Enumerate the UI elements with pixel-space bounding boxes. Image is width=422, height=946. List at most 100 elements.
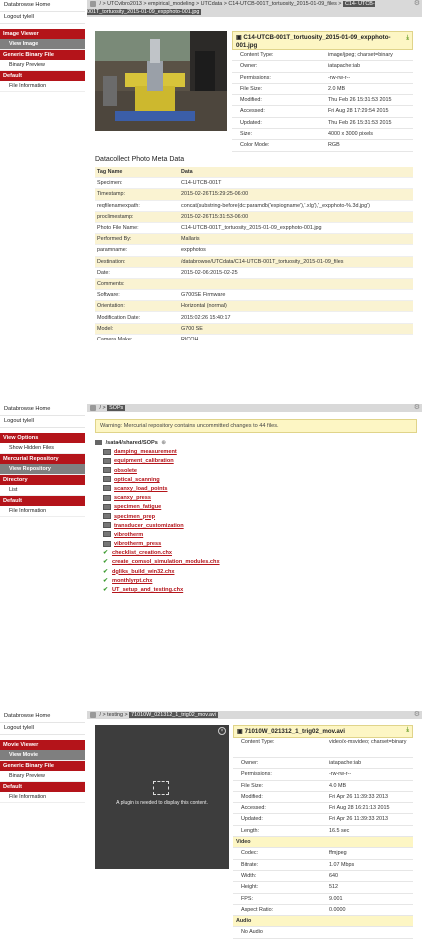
folder-link[interactable]: vibrotherm bbox=[114, 532, 143, 538]
info-row: Accessed: Fri Aug 28 16:21:13 2015 bbox=[233, 803, 413, 815]
info-row: Height: 512 bbox=[233, 882, 413, 894]
sidebar-item-view-image[interactable]: View Image bbox=[0, 39, 85, 50]
folder-item[interactable]: specimen_prep bbox=[103, 513, 415, 522]
info-key: Color Mode: bbox=[240, 142, 270, 149]
file-list: ✔ checklist_creation.chx ✔ create_comsol_si… bbox=[95, 549, 415, 595]
table-row: Comments: bbox=[95, 278, 413, 291]
sidebar-item-view-movie[interactable]: View Movie bbox=[0, 750, 85, 761]
folder-link[interactable]: scanxy_press bbox=[114, 495, 151, 501]
data-cell: 2015:02:26 15:40:17 bbox=[179, 311, 413, 324]
folder-item[interactable]: obsolete bbox=[103, 467, 415, 476]
folder-link[interactable]: specimen_fatigue bbox=[114, 504, 161, 510]
gear-icon[interactable]: ⚙ bbox=[414, 404, 420, 412]
data-cell: C14-UTCB-001T_tortuosity_2015-01-09_expp… bbox=[179, 222, 413, 235]
gear-icon[interactable]: ⚙ bbox=[414, 711, 420, 719]
folder-icon bbox=[103, 494, 111, 501]
info-icon[interactable]: ⊕ bbox=[161, 440, 166, 446]
checkmark-icon: ✔ bbox=[103, 568, 109, 575]
folder-item[interactable]: transducer_customization bbox=[103, 522, 415, 531]
sidebar-item-view-repository[interactable]: View Repository bbox=[0, 464, 85, 475]
folder-link[interactable]: obsolete bbox=[114, 468, 137, 474]
info-row: Length: 16.5 sec bbox=[233, 826, 413, 838]
info-value: Thu Feb 26 15:31:53 2015 bbox=[328, 97, 392, 104]
folder-item[interactable]: vibrotherm_press bbox=[103, 540, 415, 549]
file-link[interactable]: monthlyrpt.chx bbox=[112, 578, 152, 584]
sidebar-item-file-information[interactable]: File Information bbox=[0, 792, 85, 803]
home-icon[interactable] bbox=[90, 405, 96, 411]
table-row: Model: G700 SE bbox=[95, 323, 413, 335]
folder-link[interactable]: vibrotherm_press bbox=[114, 541, 161, 547]
folder-item[interactable]: vibrotherm bbox=[103, 531, 415, 540]
data-cell: concat(substring-before(dc:paramdb('expi… bbox=[179, 200, 413, 212]
info-value: 0.0000 bbox=[329, 906, 346, 913]
info-row: Codec: ffmjpeg bbox=[233, 848, 413, 860]
file-link[interactable]: create_comsol_simulation_modules.chx bbox=[112, 559, 220, 565]
folder-open-icon bbox=[95, 440, 102, 446]
folder-item[interactable]: optical_scanning bbox=[103, 476, 415, 485]
folder-item[interactable]: damping_measurement bbox=[103, 448, 415, 457]
sidebar-section-default: Default bbox=[0, 71, 85, 81]
sidebar-item-binary-preview[interactable]: Binary Preview bbox=[0, 60, 85, 71]
sidebar-item-list[interactable]: List bbox=[0, 485, 85, 496]
download-icon[interactable]: ⤓ bbox=[406, 727, 409, 734]
checkmark-icon: ✔ bbox=[103, 577, 109, 584]
sidebar-item-file-information[interactable]: File Information bbox=[0, 81, 85, 92]
folder-link[interactable]: scanxy_load_points bbox=[114, 486, 167, 492]
audio-section-head: Audio bbox=[233, 916, 413, 928]
download-icon[interactable]: ⤓ bbox=[406, 35, 409, 42]
file-item[interactable]: ✔ checklist_creation.chx bbox=[103, 549, 415, 558]
databrowse-home-link[interactable]: Databrowse Home bbox=[0, 0, 85, 12]
tag-cell: Software: bbox=[95, 289, 179, 302]
photo-thumbnail[interactable] bbox=[95, 31, 227, 131]
sidebar-item-binary-preview[interactable]: Binary Preview bbox=[0, 771, 85, 782]
data-cell: 2015-02-26T15:29:25-06:00 bbox=[179, 188, 413, 201]
logout-link[interactable]: Logout tylell bbox=[0, 416, 85, 428]
databrowse-home-link[interactable]: Databrowse Home bbox=[0, 711, 85, 723]
folder-link[interactable]: damping_measurement bbox=[114, 449, 177, 455]
data-cell: G700 SE bbox=[179, 323, 413, 335]
info-row: Content Type: video/x-msvideo; charset=bi… bbox=[233, 738, 413, 758]
folder-item[interactable]: scanxy_press bbox=[103, 494, 415, 503]
info-value: Fri Aug 28 17:29:54 2015 bbox=[328, 108, 389, 115]
folder-link[interactable]: specimen_prep bbox=[114, 514, 155, 520]
file-info-box: ▣ C14-UTCB-001T_tortuosity_2015-01-09_ex… bbox=[232, 31, 413, 152]
folder-link[interactable]: equipment_calibration bbox=[114, 458, 174, 464]
file-item[interactable]: ✔ dgliks_build_win32.chx bbox=[103, 568, 415, 577]
file-item[interactable]: ✔ create_comsol_simulation_modules.chx bbox=[103, 558, 415, 567]
folder-icon bbox=[103, 503, 111, 510]
info-key: Updated: bbox=[241, 816, 263, 823]
info-value: ffmjpeg bbox=[329, 850, 347, 857]
folder-item[interactable]: specimen_fatigue bbox=[103, 503, 415, 512]
video-player[interactable]: × A plugin is needed to display this con… bbox=[95, 725, 229, 869]
folder-link[interactable]: optical_scanning bbox=[114, 477, 160, 483]
image-file-icon: ▣ bbox=[236, 35, 242, 41]
meta-table: Tag Name Data Specimen: C14-UTCB-001T Time… bbox=[95, 167, 413, 340]
breadcrumb-path[interactable]: / > UTCvibro2013 > empirical_modeling > … bbox=[100, 1, 342, 7]
file-item[interactable]: ✔ monthlyrpt.chx bbox=[103, 577, 415, 586]
repository-panel: Databrowse Home Logout tylell View Optio… bbox=[0, 404, 422, 614]
file-link[interactable]: dgliks_build_win32.chx bbox=[112, 569, 174, 575]
info-row: Permissions: -rw-rw-r-- bbox=[233, 769, 413, 781]
folder-item[interactable]: scanxy_load_points bbox=[103, 485, 415, 494]
logout-link[interactable]: Logout tylell bbox=[0, 723, 85, 735]
tag-cell: Modification Date: bbox=[95, 311, 179, 324]
folder-item[interactable]: equipment_calibration bbox=[103, 457, 415, 466]
sidebar-item-file-information[interactable]: File Information bbox=[0, 506, 85, 517]
breadcrumb: / > testing > 71010W_021312_1_trig02_mov… bbox=[87, 711, 422, 719]
breadcrumb-path[interactable]: / > testing > bbox=[100, 712, 128, 718]
logout-link[interactable]: Logout tylell bbox=[0, 12, 85, 24]
folder-link[interactable]: transducer_customization bbox=[114, 523, 184, 529]
gear-icon[interactable]: ⚙ bbox=[414, 0, 420, 8]
close-icon[interactable]: × bbox=[218, 727, 226, 735]
file-link[interactable]: checklist_creation.chx bbox=[112, 550, 172, 556]
folder-icon bbox=[103, 522, 111, 529]
databrowse-home-link[interactable]: Databrowse Home bbox=[0, 404, 85, 416]
breadcrumb-path[interactable]: / > bbox=[100, 405, 106, 411]
home-icon[interactable] bbox=[90, 1, 96, 7]
file-link[interactable]: UT_setup_and_testing.chx bbox=[112, 587, 183, 593]
info-key: Height: bbox=[241, 884, 259, 891]
home-icon[interactable] bbox=[90, 712, 96, 718]
tag-cell: Camera Make: bbox=[95, 334, 179, 340]
file-item[interactable]: ✔ UT_setup_and_testing.chx bbox=[103, 586, 415, 595]
sidebar-item-show-hidden-files[interactable]: Show Hidden Files bbox=[0, 443, 85, 454]
